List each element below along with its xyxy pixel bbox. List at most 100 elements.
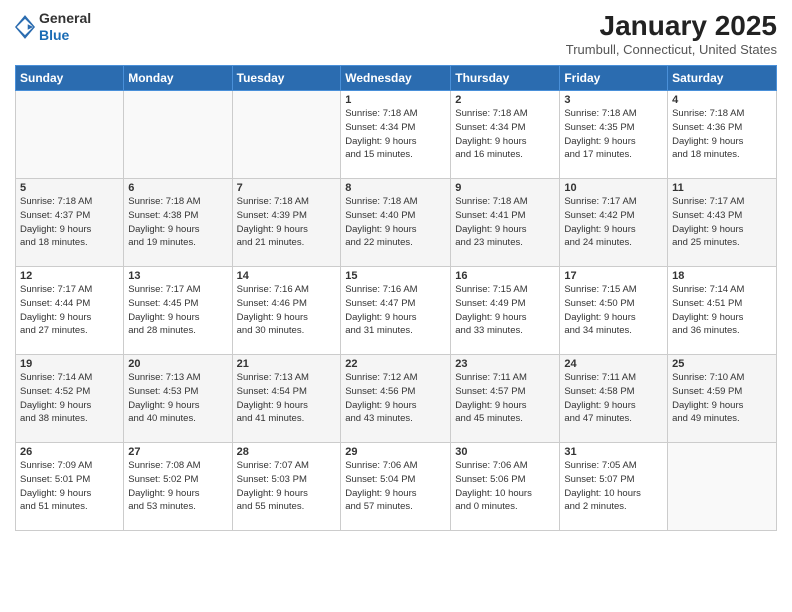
calendar-cell: 23Sunrise: 7:11 AM Sunset: 4:57 PM Dayli… [451,355,560,443]
calendar-cell: 28Sunrise: 7:07 AM Sunset: 5:03 PM Dayli… [232,443,341,531]
day-info: Sunrise: 7:18 AM Sunset: 4:39 PM Dayligh… [237,195,337,250]
header-row: Sunday Monday Tuesday Wednesday Thursday… [16,66,777,91]
calendar-cell: 10Sunrise: 7:17 AM Sunset: 4:42 PM Dayli… [560,179,668,267]
calendar-cell: 7Sunrise: 7:18 AM Sunset: 4:39 PM Daylig… [232,179,341,267]
col-wednesday: Wednesday [341,66,451,91]
day-info: Sunrise: 7:10 AM Sunset: 4:59 PM Dayligh… [672,371,772,426]
day-info: Sunrise: 7:11 AM Sunset: 4:58 PM Dayligh… [564,371,663,426]
calendar-cell: 2Sunrise: 7:18 AM Sunset: 4:34 PM Daylig… [451,91,560,179]
day-info: Sunrise: 7:13 AM Sunset: 4:54 PM Dayligh… [237,371,337,426]
calendar-cell: 15Sunrise: 7:16 AM Sunset: 4:47 PM Dayli… [341,267,451,355]
calendar-cell [16,91,124,179]
day-info: Sunrise: 7:18 AM Sunset: 4:40 PM Dayligh… [345,195,446,250]
logo: General Blue [15,10,91,44]
col-monday: Monday [124,66,232,91]
logo-text: General Blue [39,10,91,44]
calendar-cell [124,91,232,179]
calendar-cell: 25Sunrise: 7:10 AM Sunset: 4:59 PM Dayli… [668,355,777,443]
day-info: Sunrise: 7:16 AM Sunset: 4:46 PM Dayligh… [237,283,337,338]
day-number: 3 [564,94,663,106]
location: Trumbull, Connecticut, United States [566,42,777,57]
day-info: Sunrise: 7:16 AM Sunset: 4:47 PM Dayligh… [345,283,446,338]
day-number: 22 [345,358,446,370]
col-friday: Friday [560,66,668,91]
col-tuesday: Tuesday [232,66,341,91]
day-number: 12 [20,270,119,282]
week-row-3: 19Sunrise: 7:14 AM Sunset: 4:52 PM Dayli… [16,355,777,443]
day-info: Sunrise: 7:06 AM Sunset: 5:06 PM Dayligh… [455,459,555,514]
day-info: Sunrise: 7:18 AM Sunset: 4:34 PM Dayligh… [345,107,446,162]
day-info: Sunrise: 7:14 AM Sunset: 4:51 PM Dayligh… [672,283,772,338]
day-number: 1 [345,94,446,106]
day-info: Sunrise: 7:18 AM Sunset: 4:41 PM Dayligh… [455,195,555,250]
day-number: 5 [20,182,119,194]
day-number: 6 [128,182,227,194]
calendar-cell: 31Sunrise: 7:05 AM Sunset: 5:07 PM Dayli… [560,443,668,531]
day-number: 26 [20,446,119,458]
day-number: 30 [455,446,555,458]
day-info: Sunrise: 7:08 AM Sunset: 5:02 PM Dayligh… [128,459,227,514]
day-info: Sunrise: 7:05 AM Sunset: 5:07 PM Dayligh… [564,459,663,514]
day-number: 13 [128,270,227,282]
day-number: 14 [237,270,337,282]
logo-icon [15,15,35,39]
col-saturday: Saturday [668,66,777,91]
week-row-0: 1Sunrise: 7:18 AM Sunset: 4:34 PM Daylig… [16,91,777,179]
logo-general: General [39,10,91,27]
page: General Blue January 2025 Trumbull, Conn… [0,0,792,612]
calendar-cell [668,443,777,531]
calendar-cell: 24Sunrise: 7:11 AM Sunset: 4:58 PM Dayli… [560,355,668,443]
calendar-cell: 18Sunrise: 7:14 AM Sunset: 4:51 PM Dayli… [668,267,777,355]
calendar-cell: 20Sunrise: 7:13 AM Sunset: 4:53 PM Dayli… [124,355,232,443]
day-number: 24 [564,358,663,370]
month-title: January 2025 [566,10,777,42]
day-info: Sunrise: 7:15 AM Sunset: 4:49 PM Dayligh… [455,283,555,338]
calendar-cell: 30Sunrise: 7:06 AM Sunset: 5:06 PM Dayli… [451,443,560,531]
day-number: 19 [20,358,119,370]
day-info: Sunrise: 7:18 AM Sunset: 4:35 PM Dayligh… [564,107,663,162]
calendar-cell: 1Sunrise: 7:18 AM Sunset: 4:34 PM Daylig… [341,91,451,179]
calendar-cell: 22Sunrise: 7:12 AM Sunset: 4:56 PM Dayli… [341,355,451,443]
day-info: Sunrise: 7:17 AM Sunset: 4:42 PM Dayligh… [564,195,663,250]
day-info: Sunrise: 7:13 AM Sunset: 4:53 PM Dayligh… [128,371,227,426]
calendar-cell: 3Sunrise: 7:18 AM Sunset: 4:35 PM Daylig… [560,91,668,179]
calendar-cell: 13Sunrise: 7:17 AM Sunset: 4:45 PM Dayli… [124,267,232,355]
day-info: Sunrise: 7:06 AM Sunset: 5:04 PM Dayligh… [345,459,446,514]
day-number: 8 [345,182,446,194]
day-number: 25 [672,358,772,370]
calendar-cell: 8Sunrise: 7:18 AM Sunset: 4:40 PM Daylig… [341,179,451,267]
calendar-cell: 12Sunrise: 7:17 AM Sunset: 4:44 PM Dayli… [16,267,124,355]
col-sunday: Sunday [16,66,124,91]
day-info: Sunrise: 7:12 AM Sunset: 4:56 PM Dayligh… [345,371,446,426]
calendar-cell: 27Sunrise: 7:08 AM Sunset: 5:02 PM Dayli… [124,443,232,531]
day-number: 17 [564,270,663,282]
day-number: 9 [455,182,555,194]
day-info: Sunrise: 7:18 AM Sunset: 4:36 PM Dayligh… [672,107,772,162]
calendar-cell: 11Sunrise: 7:17 AM Sunset: 4:43 PM Dayli… [668,179,777,267]
day-info: Sunrise: 7:18 AM Sunset: 4:38 PM Dayligh… [128,195,227,250]
calendar-cell: 16Sunrise: 7:15 AM Sunset: 4:49 PM Dayli… [451,267,560,355]
day-info: Sunrise: 7:15 AM Sunset: 4:50 PM Dayligh… [564,283,663,338]
day-number: 23 [455,358,555,370]
day-info: Sunrise: 7:17 AM Sunset: 4:44 PM Dayligh… [20,283,119,338]
day-number: 10 [564,182,663,194]
calendar-cell: 9Sunrise: 7:18 AM Sunset: 4:41 PM Daylig… [451,179,560,267]
day-number: 27 [128,446,227,458]
day-info: Sunrise: 7:18 AM Sunset: 4:34 PM Dayligh… [455,107,555,162]
day-number: 11 [672,182,772,194]
day-number: 7 [237,182,337,194]
calendar-cell: 19Sunrise: 7:14 AM Sunset: 4:52 PM Dayli… [16,355,124,443]
calendar-cell: 17Sunrise: 7:15 AM Sunset: 4:50 PM Dayli… [560,267,668,355]
calendar-cell: 4Sunrise: 7:18 AM Sunset: 4:36 PM Daylig… [668,91,777,179]
col-thursday: Thursday [451,66,560,91]
day-number: 2 [455,94,555,106]
week-row-2: 12Sunrise: 7:17 AM Sunset: 4:44 PM Dayli… [16,267,777,355]
calendar-cell: 14Sunrise: 7:16 AM Sunset: 4:46 PM Dayli… [232,267,341,355]
calendar-cell: 6Sunrise: 7:18 AM Sunset: 4:38 PM Daylig… [124,179,232,267]
week-row-4: 26Sunrise: 7:09 AM Sunset: 5:01 PM Dayli… [16,443,777,531]
day-info: Sunrise: 7:18 AM Sunset: 4:37 PM Dayligh… [20,195,119,250]
title-block: January 2025 Trumbull, Connecticut, Unit… [566,10,777,57]
day-number: 15 [345,270,446,282]
header: General Blue January 2025 Trumbull, Conn… [15,10,777,57]
calendar-cell: 21Sunrise: 7:13 AM Sunset: 4:54 PM Dayli… [232,355,341,443]
